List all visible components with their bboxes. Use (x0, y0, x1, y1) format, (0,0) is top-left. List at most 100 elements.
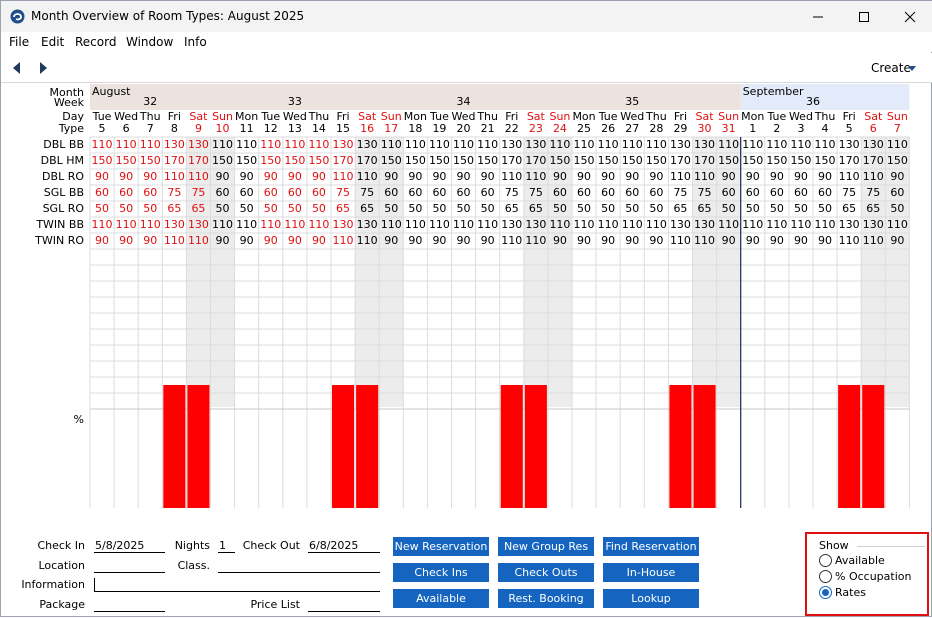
day-number: 1 (749, 122, 756, 135)
rate-cell: 110 (887, 138, 908, 151)
rate-cell: 110 (92, 218, 113, 231)
rate-cell: 90 (577, 234, 591, 247)
day-number: 18 (408, 122, 422, 135)
rate-cell: 50 (818, 202, 832, 215)
rate-cell: 90 (794, 234, 808, 247)
rate-cell: 110 (381, 218, 402, 231)
check-in-field[interactable]: 5/8/2025 (94, 539, 165, 553)
rate-cell: 130 (525, 138, 546, 151)
rest-booking-button[interactable]: Rest. Booking (498, 589, 594, 608)
rate-cell: 65 (866, 202, 880, 215)
rate-cell: 90 (457, 170, 471, 183)
new-reservation-button[interactable]: New Reservation (393, 537, 489, 556)
new-group-res-button[interactable]: New Group Res (498, 537, 594, 556)
menu-window[interactable]: Window (126, 35, 173, 49)
lookup-button[interactable]: Lookup (603, 589, 699, 608)
rate-cell: 110 (453, 218, 474, 231)
rate-cell: 50 (770, 202, 784, 215)
previous-arrow-icon[interactable] (10, 60, 24, 76)
rate-cell: 60 (264, 186, 278, 199)
create-dropdown-icon[interactable] (908, 66, 916, 71)
available-radio-label[interactable]: Available (835, 554, 885, 567)
rate-cell: 110 (212, 138, 233, 151)
check-ins-button[interactable]: Check Ins (393, 563, 489, 582)
day-number: 21 (481, 122, 495, 135)
rate-cell: 110 (790, 218, 811, 231)
rate-cell: 90 (95, 234, 109, 247)
rate-cell: 60 (746, 186, 760, 199)
rate-cell: 130 (333, 138, 354, 151)
day-number: 5 (99, 122, 106, 135)
room-type-grid: August September32 33 34 35 36MonthWeekDayTyp… (34, 84, 910, 508)
rate-cell: 150 (790, 154, 811, 167)
menu-edit[interactable]: Edit (41, 35, 64, 49)
rate-cell: 90 (481, 170, 495, 183)
menu-record[interactable]: Record (75, 35, 116, 49)
rate-cell: 50 (119, 202, 133, 215)
nights-label: Nights (174, 539, 210, 552)
rate-cell: 50 (216, 202, 230, 215)
close-button[interactable] (887, 1, 932, 32)
rate-cell: 170 (188, 154, 209, 167)
rate-cell: 60 (794, 186, 808, 199)
rate-cell: 65 (529, 202, 543, 215)
rate-cell: 110 (477, 138, 498, 151)
rate-cell: 90 (818, 170, 832, 183)
day-number: 10 (216, 122, 230, 135)
available-button[interactable]: Available (393, 589, 489, 608)
rate-cell: 90 (601, 170, 615, 183)
create-button[interactable]: Create (871, 61, 911, 75)
occupation-radio[interactable] (819, 570, 832, 583)
package-field[interactable] (94, 598, 165, 612)
rate-cell: 110 (140, 218, 161, 231)
rate-cell: 60 (408, 186, 422, 199)
room-type-label: DBL RO (42, 170, 84, 183)
reservation-form: Check In 5/8/2025 Nights 1 Check Out 6/8… (1, 509, 932, 618)
information-field[interactable] (94, 578, 380, 592)
rate-cell: 50 (288, 202, 302, 215)
day-number: 28 (649, 122, 663, 135)
nights-field[interactable]: 1 (218, 539, 235, 553)
rate-cell: 90 (312, 234, 326, 247)
check-outs-button[interactable]: Check Outs (498, 563, 594, 582)
menu-file[interactable]: File (9, 35, 29, 49)
day-number: 16 (360, 122, 374, 135)
find-reservation-button[interactable]: Find Reservation (603, 537, 699, 556)
room-type-label: TWIN BB (35, 218, 84, 231)
available-radio[interactable] (819, 554, 832, 567)
rate-cell: 60 (432, 186, 446, 199)
title-bar[interactable]: Month Overview of Room Types: August 202… (1, 1, 932, 32)
rate-cell: 110 (116, 218, 137, 231)
occupation-radio-label[interactable]: % Occupation (835, 570, 911, 583)
minimize-button[interactable] (795, 1, 841, 32)
next-arrow-icon[interactable] (36, 60, 50, 76)
rate-cell: 170 (670, 154, 691, 167)
rate-cell: 130 (357, 218, 378, 231)
rate-cell: 90 (288, 234, 302, 247)
rates-radio[interactable] (819, 586, 832, 599)
maximize-button[interactable] (841, 1, 887, 32)
rate-cell: 50 (384, 202, 398, 215)
menu-bar: File Edit Record Window Info (1, 32, 932, 52)
rate-cell: 110 (501, 234, 522, 247)
rate-cell: 110 (333, 170, 354, 183)
rate-cell: 90 (143, 234, 157, 247)
check-out-field[interactable]: 6/8/2025 (308, 539, 380, 553)
rate-cell: 170 (863, 154, 884, 167)
price-list-field[interactable] (308, 598, 380, 612)
month-label: August (92, 85, 131, 98)
class-field[interactable] (218, 559, 380, 573)
menu-info[interactable]: Info (184, 35, 207, 49)
day-number: 11 (240, 122, 254, 135)
rate-cell: 150 (574, 154, 595, 167)
rate-cell: 75 (191, 186, 205, 199)
rates-radio-label[interactable]: Rates (835, 586, 866, 599)
rate-cell: 65 (191, 202, 205, 215)
rate-cell: 170 (357, 154, 378, 167)
rate-cell: 50 (264, 202, 278, 215)
rate-cell: 110 (815, 218, 836, 231)
location-field[interactable] (94, 559, 165, 573)
rate-cell: 50 (890, 202, 904, 215)
in-house-button[interactable]: In-House (603, 563, 699, 582)
rate-cell: 130 (501, 218, 522, 231)
